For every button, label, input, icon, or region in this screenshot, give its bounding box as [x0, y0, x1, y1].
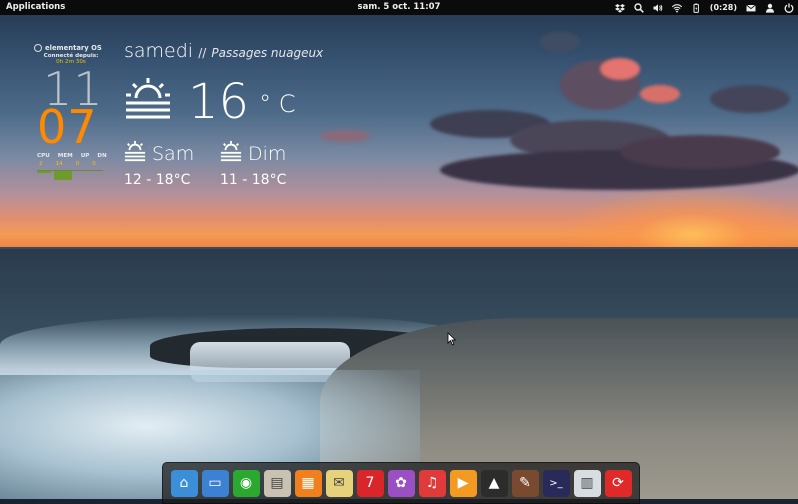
- os-name-row: elementary OS: [34, 44, 108, 52]
- weather-header: samedi // Passages nuageux: [124, 40, 323, 62]
- forecast-day-header: Dim: [220, 140, 286, 167]
- battery-icon[interactable]: [691, 2, 701, 13]
- dock-item-gimp[interactable]: ✎: [511, 469, 539, 497]
- stat-header-cpu: CPU: [37, 153, 50, 159]
- desktop-wallpaper: [0, 0, 798, 499]
- terminal-icon: >_: [549, 477, 563, 489]
- forecast-day-header: Sam: [124, 140, 194, 167]
- cpu-usage-bar: [37, 171, 51, 173]
- calendar-icon: 7: [365, 475, 375, 491]
- landscape-picture-icon: ▲: [488, 475, 500, 491]
- stat-header-dn: DN: [97, 153, 107, 159]
- power-icon[interactable]: [784, 2, 794, 13]
- conky-system-widget: elementary OS Connecté depuis: 0h 2m 30s…: [34, 44, 108, 180]
- dock-item-terminal[interactable]: >_: [542, 469, 570, 497]
- stat-value-dn: 0: [92, 161, 96, 167]
- stat-value-up: 0: [75, 161, 80, 167]
- temperature-unit: ° C: [259, 90, 296, 118]
- wallpaper-cloud: [600, 58, 640, 80]
- dock-item-music[interactable]: ♫: [418, 469, 446, 497]
- forecast-day-range: 11 - 18°C: [220, 172, 287, 188]
- stats-values: 2 14 0 0: [39, 161, 96, 167]
- wifi-icon[interactable]: [671, 2, 682, 13]
- current-temperature: 16: [188, 74, 250, 130]
- forecast-day: Dim 11 - 18°C: [220, 140, 286, 188]
- partly-cloudy-sun-icon: [124, 76, 172, 128]
- play-icon: ▶: [457, 475, 469, 491]
- dock-item-image-viewer[interactable]: ▲: [480, 469, 508, 497]
- music-note-icon: ♫: [425, 475, 439, 491]
- update-arrows-icon: ⟳: [612, 475, 624, 491]
- user-icon[interactable]: [765, 2, 775, 13]
- dock-item-office-suite[interactable]: ▦: [294, 469, 322, 497]
- search-icon[interactable]: [634, 2, 644, 13]
- forecast-day: Sam 12 - 18°C: [124, 140, 194, 188]
- volume-icon[interactable]: [653, 2, 663, 13]
- wallpaper-horizon: [0, 247, 798, 249]
- dock-item-workspaces[interactable]: ▭: [201, 469, 229, 497]
- top-panel: Applications sam. 5 oct. 11:07 (0:28): [0, 0, 798, 15]
- stat-header-mem: MEM: [57, 153, 73, 159]
- home-folder-icon: ⌂: [179, 475, 189, 491]
- os-name: elementary OS: [45, 44, 102, 52]
- dock-item-web-browser[interactable]: ◉: [232, 469, 260, 497]
- dock-item-files[interactable]: ⌂: [170, 469, 198, 497]
- document-icon: ▤: [270, 475, 284, 491]
- elementary-logo-icon: [34, 44, 42, 52]
- partly-cloudy-sun-icon: [124, 140, 146, 167]
- wallpaper-cloud: [540, 32, 580, 52]
- current-weather: 16 ° C: [124, 76, 295, 128]
- envelope-icon: ✉: [333, 475, 345, 491]
- stat-header-up: UP: [80, 153, 90, 159]
- stats-headers: CPU MEM UP DN: [37, 153, 107, 159]
- stat-value-cpu: 2: [39, 161, 43, 167]
- indicator-area: (0:28): [614, 0, 794, 15]
- wallpaper-cloud: [640, 85, 680, 103]
- wallpaper-cloud: [710, 85, 790, 113]
- dock-item-photo-viewer[interactable]: ✿: [387, 469, 415, 497]
- partly-cloudy-sun-icon: [220, 140, 242, 167]
- mouse-pointer-icon: [447, 332, 457, 346]
- wallpaper-cloud: [620, 135, 780, 169]
- dock-item-mail[interactable]: ✉: [325, 469, 353, 497]
- battery-time: (0:28): [709, 3, 737, 12]
- wallpaper-cloud: [320, 130, 370, 142]
- dropbox-icon[interactable]: [614, 2, 625, 13]
- dock-item-video-player[interactable]: ▶: [449, 469, 477, 497]
- clock-minute: 07: [37, 100, 98, 154]
- multitasking-view-icon: ▭: [208, 475, 222, 491]
- forecast-day-name: Dim: [248, 142, 287, 165]
- gimp-icon: ✎: [519, 475, 531, 491]
- grid-apps-icon: ▦: [301, 475, 315, 491]
- plank-dock: ⌂ ▭ ◉ ▤ ▦ ✉ 7 ✿ ♫ ▶ ▲ ✎ >_ ▥ ⟳: [162, 462, 640, 504]
- forecast-day-name: Sam: [152, 142, 195, 165]
- dock-item-calendar[interactable]: 7: [356, 469, 384, 497]
- forecast-day-range: 12 - 18°C: [124, 172, 191, 188]
- shotwell-icon: ✿: [395, 475, 407, 491]
- weather-day: samedi: [124, 40, 194, 62]
- dock-item-software-update[interactable]: ⟳: [604, 469, 632, 497]
- mail-icon[interactable]: [746, 2, 756, 13]
- dock-item-document-viewer[interactable]: ▤: [263, 469, 291, 497]
- settings-panels-icon: ▥: [580, 475, 594, 491]
- weather-description: Passages nuageux: [211, 46, 324, 60]
- dock-item-system-settings[interactable]: ▥: [573, 469, 601, 497]
- mem-usage-bar: [54, 171, 72, 180]
- weather-separator: //: [198, 46, 207, 60]
- weather-widget: samedi // Passages nuageux 16 ° C Sam 12…: [124, 40, 323, 188]
- stat-value-mem: 14: [55, 161, 63, 167]
- chromium-icon: ◉: [239, 475, 253, 491]
